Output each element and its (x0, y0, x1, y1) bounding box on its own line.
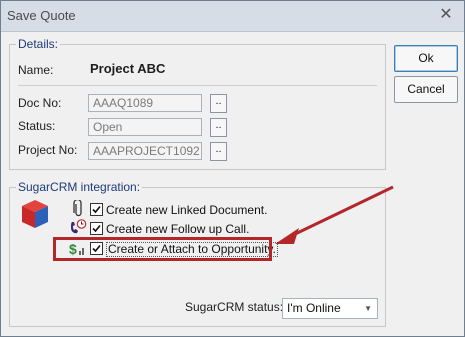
sugarcrm-logo-icon (22, 200, 48, 228)
window-title: Save Quote (7, 8, 76, 23)
paperclip-icon (73, 200, 82, 217)
annotation-arrow-icon (275, 185, 394, 244)
details-legend: Details: (16, 37, 61, 51)
cancel-label: Cancel (407, 82, 445, 96)
ok-button[interactable]: Ok (394, 45, 458, 72)
linked-document-checkbox[interactable] (90, 203, 103, 216)
project-no-field[interactable]: AAAPROJECT1092 (88, 142, 202, 160)
doc-no-field[interactable]: AAAQ1089 (88, 94, 202, 112)
sugarcrm-status-value: I'm Online (287, 301, 341, 315)
cancel-button[interactable]: Cancel (394, 76, 458, 103)
title-bar: Save Quote ✕ (1, 1, 464, 32)
phone-clock-icon (71, 219, 87, 234)
name-label: Name: (18, 63, 54, 77)
details-separator (18, 85, 377, 86)
sugarcrm-status-select[interactable]: I'm Online ▼ (282, 298, 378, 319)
save-quote-dialog: Save Quote ✕ Details: Name: Project ABC … (0, 0, 465, 337)
status-browse-button[interactable]: .. (210, 118, 227, 137)
follow-up-call-label[interactable]: Create new Follow up Call. (106, 222, 249, 236)
follow-up-call-checkbox[interactable] (90, 222, 103, 235)
close-icon[interactable]: ✕ (438, 6, 454, 24)
sugarcrm-status-label: SugarCRM status: (185, 300, 284, 314)
linked-document-label[interactable]: Create new Linked Document. (106, 203, 267, 217)
doc-no-browse-button[interactable]: .. (210, 94, 227, 113)
sugarcrm-legend: SugarCRM integration: (16, 180, 143, 194)
chevron-down-icon: ▼ (364, 304, 372, 313)
status-label: Status: (18, 119, 56, 133)
status-field[interactable]: Open (88, 118, 202, 136)
project-no-label: Project No: (18, 143, 78, 157)
doc-no-label: Doc No: (18, 96, 62, 110)
name-value: Project ABC (90, 61, 166, 76)
ok-label: Ok (418, 51, 434, 65)
highlight-box (53, 237, 272, 261)
project-no-browse-button[interactable]: .. (210, 142, 227, 161)
